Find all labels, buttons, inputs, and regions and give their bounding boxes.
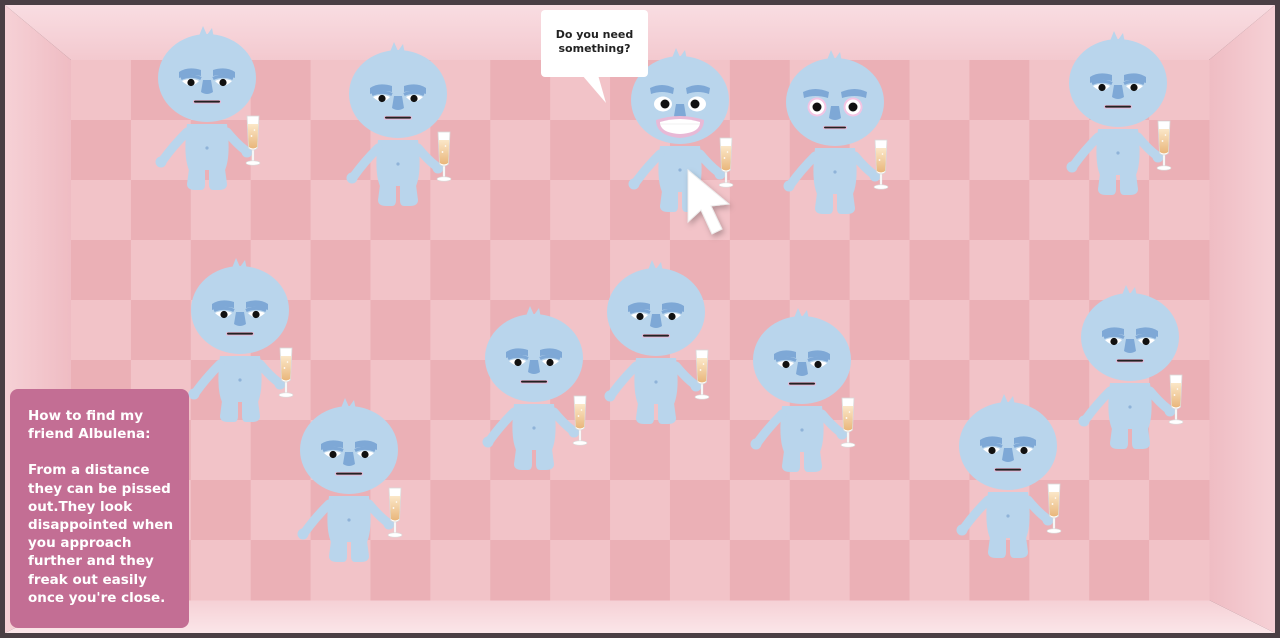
- game-stage: Do you need something? How to find my fr…: [0, 0, 1280, 638]
- hint-body: From a distance they can be pissed out.T…: [28, 462, 174, 606]
- party-room: [0, 0, 1280, 638]
- hint-panel: How to find my friend Albulena: From a d…: [10, 389, 189, 628]
- hint-title: How to find my friend Albulena:: [28, 408, 151, 443]
- speech-bubble: Do you need something?: [541, 10, 648, 77]
- speech-bubble-text: Do you need something?: [555, 28, 634, 55]
- bottom-wall: [5, 600, 1275, 633]
- right-wall: [1209, 5, 1275, 633]
